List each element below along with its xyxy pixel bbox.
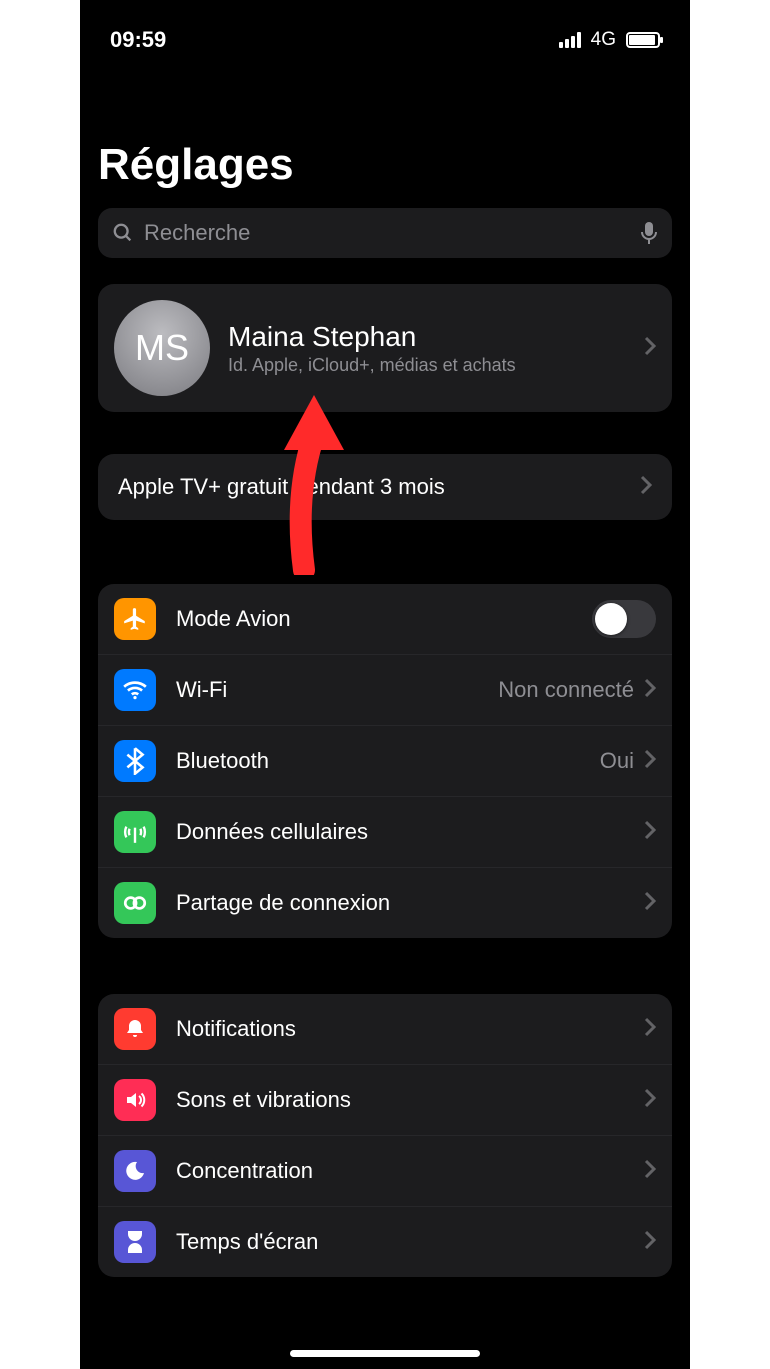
chevron-right-icon	[644, 1230, 656, 1255]
chevron-right-icon	[644, 1088, 656, 1113]
sounds-label: Sons et vibrations	[176, 1087, 644, 1113]
promo-card: Apple TV+ gratuit pendant 3 mois	[98, 454, 672, 520]
status-right: 4G	[559, 29, 660, 51]
avatar: MS	[114, 300, 210, 396]
search-placeholder: Recherche	[144, 220, 630, 246]
notifications-label: Notifications	[176, 1016, 644, 1042]
focus-icon	[114, 1150, 156, 1192]
connectivity-group: Mode Avion Wi-Fi Non connecté	[98, 584, 672, 938]
wifi-detail: Non connecté	[498, 677, 634, 703]
search-input[interactable]: Recherche	[98, 208, 672, 258]
screentime-row[interactable]: Temps d'écran	[98, 1206, 672, 1277]
notifications-group: Notifications Sons et vibrations Conce	[98, 994, 672, 1277]
chevron-right-icon	[644, 1017, 656, 1042]
apple-id-row[interactable]: MS Maina Stephan Id. Apple, iCloud+, méd…	[98, 284, 672, 412]
cellular-row[interactable]: Données cellulaires	[98, 796, 672, 867]
account-card: MS Maina Stephan Id. Apple, iCloud+, méd…	[98, 284, 672, 412]
apple-tv-promo-row[interactable]: Apple TV+ gratuit pendant 3 mois	[98, 454, 672, 520]
sounds-row[interactable]: Sons et vibrations	[98, 1064, 672, 1135]
chevron-right-icon	[644, 336, 656, 361]
bluetooth-row[interactable]: Bluetooth Oui	[98, 725, 672, 796]
phone-frame: 09:59 4G Réglages Recherche	[80, 0, 690, 1369]
chevron-right-icon	[644, 820, 656, 845]
page-title: Réglages	[98, 140, 672, 190]
focus-label: Concentration	[176, 1158, 644, 1184]
chevron-right-icon	[644, 749, 656, 774]
account-name: Maina Stephan	[228, 321, 626, 353]
cellular-label: Données cellulaires	[176, 819, 644, 845]
airplane-icon	[114, 598, 156, 640]
wifi-label: Wi-Fi	[176, 677, 498, 703]
hotspot-row[interactable]: Partage de connexion	[98, 867, 672, 938]
status-bar: 09:59 4G	[80, 0, 690, 60]
home-indicator[interactable]	[290, 1350, 480, 1357]
airplane-toggle[interactable]	[592, 600, 656, 638]
microphone-icon[interactable]	[640, 221, 658, 245]
bluetooth-detail: Oui	[600, 748, 634, 774]
promo-label: Apple TV+ gratuit pendant 3 mois	[118, 474, 640, 500]
airplane-label: Mode Avion	[176, 606, 592, 632]
chevron-right-icon	[644, 678, 656, 703]
airplane-mode-row[interactable]: Mode Avion	[98, 584, 672, 654]
wifi-icon	[114, 669, 156, 711]
hotspot-icon	[114, 882, 156, 924]
focus-row[interactable]: Concentration	[98, 1135, 672, 1206]
chevron-right-icon	[640, 475, 652, 500]
wifi-row[interactable]: Wi-Fi Non connecté	[98, 654, 672, 725]
avatar-initials: MS	[135, 327, 189, 369]
signal-bars-icon	[559, 32, 581, 48]
bluetooth-icon	[114, 740, 156, 782]
battery-icon	[626, 32, 660, 48]
chevron-right-icon	[644, 891, 656, 916]
chevron-right-icon	[644, 1159, 656, 1184]
search-icon	[112, 222, 134, 244]
status-time: 09:59	[110, 27, 166, 53]
bluetooth-label: Bluetooth	[176, 748, 600, 774]
hotspot-label: Partage de connexion	[176, 890, 644, 916]
cellular-icon	[114, 811, 156, 853]
screentime-label: Temps d'écran	[176, 1229, 644, 1255]
network-type: 4G	[591, 29, 616, 51]
screentime-icon	[114, 1221, 156, 1263]
notifications-row[interactable]: Notifications	[98, 994, 672, 1064]
sounds-icon	[114, 1079, 156, 1121]
account-subtitle: Id. Apple, iCloud+, médias et achats	[228, 355, 626, 376]
notifications-icon	[114, 1008, 156, 1050]
